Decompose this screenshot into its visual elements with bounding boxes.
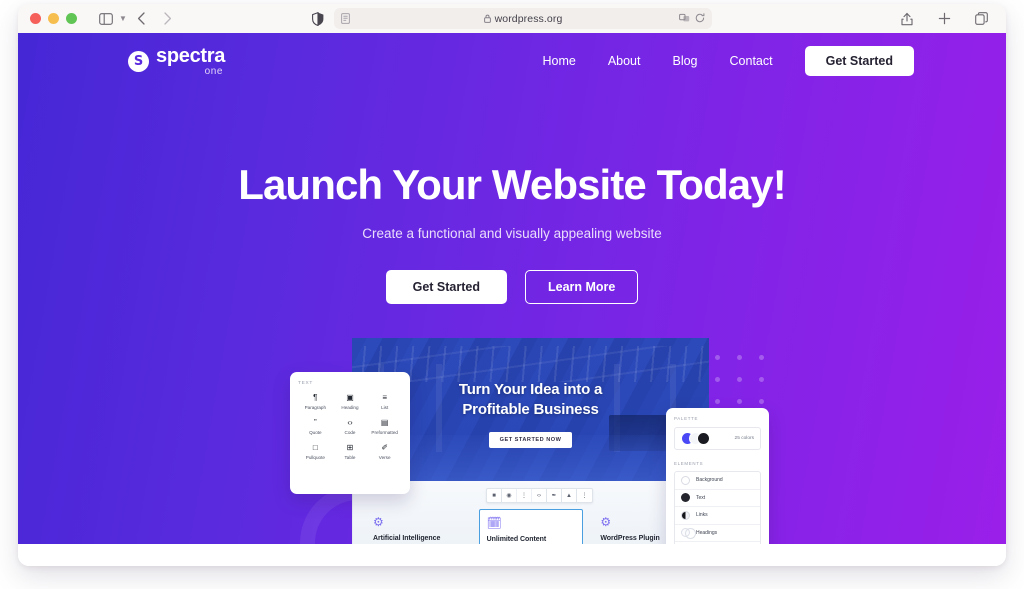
header-get-started-button[interactable]: Get Started <box>804 46 914 76</box>
gear-icon: ⚙ <box>373 515 384 529</box>
logo-name: spectra <box>156 44 226 67</box>
pullquote-icon: □ <box>312 443 318 452</box>
palette-color-count: 25 colors <box>734 436 754 441</box>
address-bar[interactable]: wordpress.org <box>334 8 712 29</box>
link-icon[interactable]: ‹› <box>532 489 547 502</box>
hero-title: Launch Your Website Today! <box>238 161 786 208</box>
sidebar-toggle-icon[interactable] <box>95 8 117 29</box>
tab-overview-icon[interactable] <box>970 8 992 29</box>
browser-window: ▼ wordpress.org S spectra one Home About… <box>18 4 1006 566</box>
banner-get-started-now-button[interactable]: GET STARTED NOW <box>488 432 573 448</box>
forward-arrow-icon[interactable] <box>157 8 179 29</box>
options-icon[interactable]: ⋮ <box>577 489 592 502</box>
logo-mark-icon: S <box>128 50 149 72</box>
site-nav-links: Home About Blog Contact Get Started <box>542 46 914 76</box>
element-label: Text <box>696 494 706 501</box>
navigation-controls: ▼ <box>95 8 179 29</box>
reload-icon[interactable] <box>695 10 705 28</box>
site-header: S spectra one Home About Blog Contact Ge… <box>18 33 1006 89</box>
block-label: Paragraph <box>304 405 327 410</box>
lock-icon <box>483 14 491 23</box>
nav-item-about[interactable]: About <box>608 54 641 68</box>
nav-item-blog[interactable]: Blog <box>672 54 697 68</box>
element-label: Headings <box>696 529 718 536</box>
align-icon[interactable]: ◉ <box>502 489 517 502</box>
new-tab-icon[interactable] <box>933 8 955 29</box>
logo-wordmark: spectra one <box>156 46 225 77</box>
element-row-text[interactable]: Text <box>675 490 760 507</box>
window-icon: 🗓 <box>486 516 502 530</box>
element-label: Links <box>696 512 708 519</box>
feature-card-artificial-intelligence[interactable]: ⚙ Artificial Intelligence All it takes i… <box>366 509 469 544</box>
text-swatch-icon <box>681 493 690 503</box>
elements-label: ELEMENTS <box>674 461 704 466</box>
hero-learn-more-button[interactable]: Learn More <box>525 270 639 305</box>
background-swatch-icon <box>681 475 690 485</box>
logo-subname: one <box>204 65 224 77</box>
back-arrow-icon[interactable] <box>131 8 153 29</box>
block-label: Verse <box>378 455 391 460</box>
hero-subtitle: Create a functional and visually appeali… <box>362 226 662 242</box>
url-display: wordpress.org <box>334 13 712 25</box>
block-label: Pullquote <box>305 455 325 460</box>
page-viewport: S spectra one Home About Blog Contact Ge… <box>18 33 1006 566</box>
feature-title: Unlimited Content <box>486 536 547 543</box>
block-item-quote[interactable]: ” Quote <box>298 417 333 435</box>
nav-item-contact[interactable]: Contact <box>730 54 773 68</box>
close-window-button[interactable] <box>30 13 41 24</box>
element-row-links[interactable]: Links <box>675 507 760 525</box>
block-label: Table <box>344 455 356 460</box>
block-label: Quote <box>309 430 322 435</box>
editor-mockup: Turn Your Idea into a Profitable Busines… <box>352 338 709 544</box>
url-text: wordpress.org <box>494 12 563 25</box>
banner-title-line2: Profitable Business <box>462 400 599 418</box>
bold-icon[interactable]: ✒ <box>547 489 562 502</box>
block-type-icon[interactable]: ■ <box>487 489 502 502</box>
banner-title-line1: Turn Your Idea into a <box>458 381 603 398</box>
minimize-window-button[interactable] <box>48 13 59 24</box>
maximize-window-button[interactable] <box>66 13 77 24</box>
privacy-shield-icon[interactable] <box>312 11 324 26</box>
hero-get-started-button[interactable]: Get Started <box>385 270 507 305</box>
elements-list: Background Text Links Headings <box>674 471 761 544</box>
hero-cta-group: Get Started Learn More <box>18 270 1006 305</box>
reader-view-icon[interactable] <box>341 13 350 24</box>
headings-swatch-icon <box>681 528 696 540</box>
share-icon[interactable] <box>896 8 918 29</box>
quote-icon: ” <box>313 418 317 427</box>
browser-toolbar: ▼ wordpress.org <box>18 4 1006 33</box>
page-bottom-strip <box>18 544 1006 566</box>
address-bar-actions <box>679 10 705 28</box>
banner-overlay-text: Turn Your Idea into a Profitable Busines… <box>352 380 709 448</box>
toolbar-right-actions <box>896 8 992 29</box>
feature-title: Artificial Intelligence <box>373 535 441 542</box>
extensions-icon[interactable] <box>679 10 690 28</box>
element-label: Background <box>696 477 723 484</box>
feature-card-unlimited-content[interactable]: 🗓 Unlimited Content Implement accurate m… <box>478 509 584 544</box>
element-row-background[interactable]: Background <box>675 472 760 490</box>
feature-card-row: ⚙ Artificial Intelligence All it takes i… <box>353 509 709 544</box>
paragraph-icon: ¶ <box>313 393 318 402</box>
hero-copy: Launch Your Website Today! Create a func… <box>18 161 1006 305</box>
block-item-paragraph[interactable]: ¶ Paragraph <box>298 392 333 410</box>
more-align-icon[interactable]: ⋮ <box>517 489 532 502</box>
element-row-headings[interactable]: Headings <box>675 525 760 542</box>
text-color-icon[interactable]: ▲ <box>562 489 577 502</box>
hero-section: S spectra one Home About Blog Contact Ge… <box>18 33 1006 544</box>
links-swatch-icon <box>681 510 690 520</box>
chevron-down-icon[interactable]: ▼ <box>119 14 127 23</box>
site-logo[interactable]: S spectra one <box>128 46 225 77</box>
nav-item-home[interactable]: Home <box>542 54 575 68</box>
block-item-pullquote[interactable]: □ Pullquote <box>298 442 333 460</box>
address-bar-area: wordpress.org <box>312 8 712 29</box>
block-toolbar[interactable]: ■ ◉ ⋮ ‹› ✒ ▲ ⋮ <box>486 488 593 503</box>
window-controls <box>30 13 77 24</box>
